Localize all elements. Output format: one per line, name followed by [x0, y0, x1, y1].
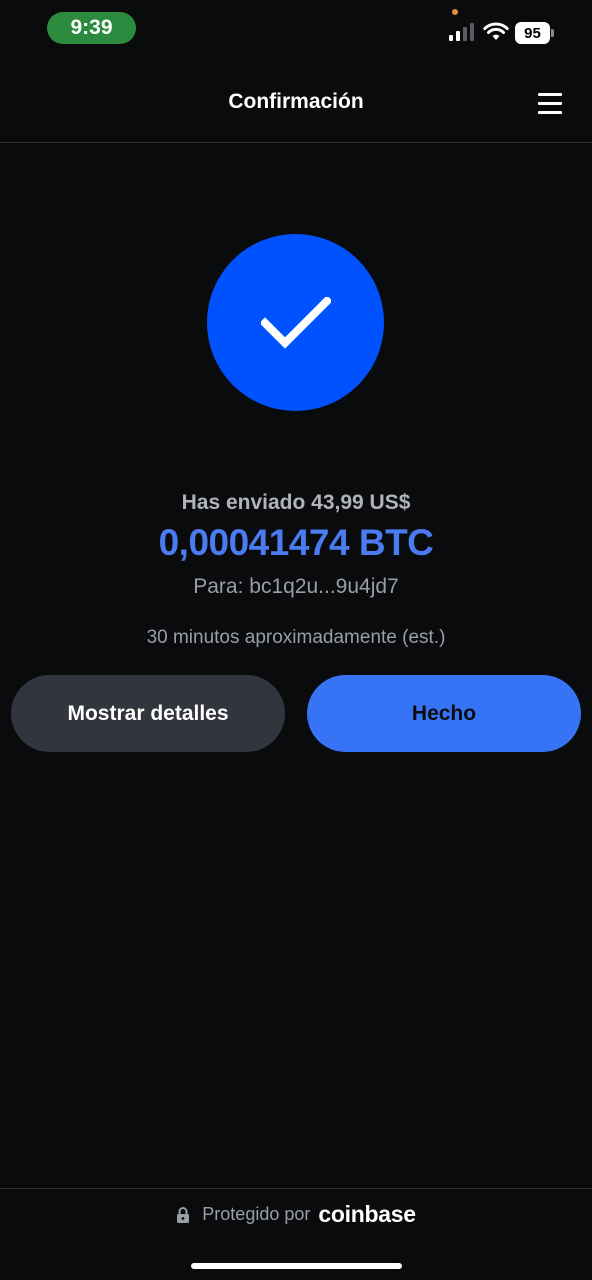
confirmation-screen: 9:39 95 Confirmación Has enviado 43,99 U… — [0, 0, 592, 1280]
success-check-badge — [207, 234, 384, 411]
footer: Protegido por coinbase — [0, 1188, 592, 1280]
protected-by-badge: Protegido por coinbase — [0, 1201, 592, 1228]
show-details-button[interactable]: Mostrar detalles — [11, 675, 285, 752]
lock-icon — [177, 1206, 190, 1223]
battery-icon: 95 — [515, 22, 555, 44]
status-time: 9:39 — [47, 12, 136, 44]
coinbase-logo: coinbase — [318, 1201, 416, 1227]
checkmark-icon — [260, 296, 331, 349]
battery-level: 95 — [515, 22, 550, 44]
header: Confirmación — [0, 66, 592, 143]
sent-amount-fiat: Has enviado 43,99 US$ — [181, 491, 411, 514]
done-button[interactable]: Hecho — [307, 675, 581, 752]
home-indicator[interactable] — [191, 1263, 402, 1269]
protected-by-text: Protegido por — [202, 1204, 311, 1224]
estimated-time: 30 minutos aproximadamente (est.) — [146, 627, 446, 648]
wifi-icon — [483, 22, 509, 40]
status-bar: 9:39 95 — [0, 0, 592, 56]
cellular-signal-icon — [449, 23, 474, 41]
page-title: Confirmación — [228, 90, 364, 113]
recipient-address: Para: bc1q2u...9u4jd7 — [193, 575, 399, 598]
hamburger-menu-icon[interactable] — [538, 93, 562, 115]
privacy-indicator-dot — [452, 9, 458, 15]
sent-amount-crypto: 0,00041474 BTC — [158, 522, 434, 563]
